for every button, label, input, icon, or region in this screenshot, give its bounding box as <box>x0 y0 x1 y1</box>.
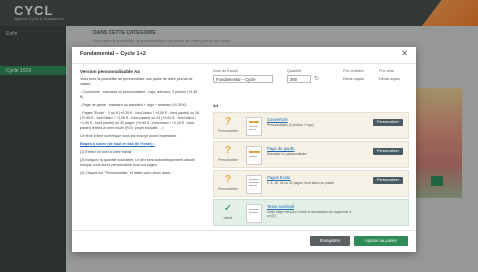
modal-header: Fondamental – Cycle 1+2 ✕ <box>72 47 416 64</box>
row-status-text: Validé <box>223 216 233 220</box>
row-title-link[interactable]: Pages Ecole <box>267 175 291 180</box>
row-description: Standard ou personnalisée <box>267 152 307 156</box>
text-thumbnail <box>246 204 262 223</box>
instructions-paragraph: Vous avez la possibilité de personnalise… <box>80 77 193 86</box>
row-status: ? Personnaliser <box>218 145 238 162</box>
row-status-text: Personnaliser <box>218 158 239 162</box>
check-icon: ✓ <box>223 203 233 214</box>
quantity-input[interactable] <box>287 75 311 83</box>
row-status: ✓ Validé <box>218 203 238 220</box>
school-pages-thumbnail <box>246 175 262 194</box>
row-title-link[interactable]: Page de garde <box>267 146 294 151</box>
save-button[interactable]: Enregistrer <box>310 236 350 246</box>
customization-row-school-pages: ? Personnaliser Pages Ecole 0, 8, 16, 24… <box>213 170 409 197</box>
refresh-icon[interactable]: ↻ <box>314 75 319 82</box>
instructions-paragraph: - Couverture : standard ou personnalisée… <box>80 90 198 99</box>
row-title-link[interactable]: Texte carnéval <box>267 204 294 209</box>
step-1: (1) Entrez un nom à votre travail <box>80 150 132 154</box>
question-icon: ? <box>224 174 232 185</box>
title-page-thumbnail <box>246 146 262 165</box>
question-icon: ? <box>224 116 232 127</box>
format-section-label: A4 <box>213 103 219 108</box>
customization-modal: Fondamental – Cycle 1+2 ✕ Version person… <box>72 47 416 252</box>
instructions-paragraph: Ce tiroir à lime numérique vous est envo… <box>80 134 178 138</box>
customization-row-validated: ✓ Validé Texte carnéval Cette étape est … <box>213 199 409 226</box>
job-name-input[interactable] <box>213 75 273 83</box>
row-title-link[interactable]: Couverture <box>267 117 288 122</box>
total-price-label: Prix total <box>379 69 394 73</box>
personalize-button[interactable]: Personnaliser <box>373 177 403 184</box>
row-status-text: Personnaliser <box>218 187 239 191</box>
close-icon[interactable]: ✕ <box>401 50 408 58</box>
personalize-button[interactable]: Personnaliser <box>373 148 403 155</box>
row-status: ? Personnaliser <box>218 116 238 133</box>
customization-row-cover: ? Personnaliser Couverture Personnalisée… <box>213 112 409 139</box>
question-icon: ? <box>224 145 232 156</box>
instructions-heading: Version personnalisable A4 <box>80 69 140 74</box>
personalize-button[interactable]: Personnaliser <box>373 119 403 126</box>
total-price-value: Devis requis <box>379 77 400 81</box>
configuration-panel: Nom du travail Quantité ↻ Prix Unitaire … <box>213 69 409 227</box>
step-3: (3) Cliquez sur "Personnaliser" et faite… <box>80 171 173 175</box>
instructions-panel: Version personnalisable A4 Vous avez la … <box>80 69 200 227</box>
row-description: Cette étape est pour l'ordre et autorisa… <box>267 210 352 219</box>
row-status: ? Personnaliser <box>218 174 238 191</box>
instructions-paragraph: - Pages "Ecole" : 0 ou 8 (+0,35 € - fond… <box>80 111 200 130</box>
row-status-text: Personnaliser <box>218 129 239 133</box>
modal-title: Fondamental – Cycle 1+2 <box>80 51 146 57</box>
customization-row-title-page: ? Personnaliser Page de garde Standard o… <box>213 141 409 168</box>
add-to-cart-button[interactable]: Ajouter au panier <box>354 236 408 246</box>
row-description: Personnalisée (3 photos + logo) <box>267 123 314 127</box>
job-name-label: Nom du travail <box>213 69 238 73</box>
step-2: (2) Indiquez la quantité souhaitée. Le p… <box>80 158 195 167</box>
modal-footer: Enregistrer Ajouter au panier <box>72 230 416 253</box>
cover-thumbnail <box>246 117 262 136</box>
quantity-label: Quantité <box>287 69 302 73</box>
unit-price-label: Prix Unitaire <box>343 69 364 73</box>
unit-price-value: Devis requis <box>343 77 364 81</box>
steps-link[interactable]: Etapes à suivre (de haut en bas de l'écr… <box>80 142 200 147</box>
instructions-paragraph: - Page de garde : standard ou standard +… <box>80 103 186 107</box>
row-description: 0, 8, 16, 24 ou 32 pages, fond blanc ou … <box>267 181 334 185</box>
